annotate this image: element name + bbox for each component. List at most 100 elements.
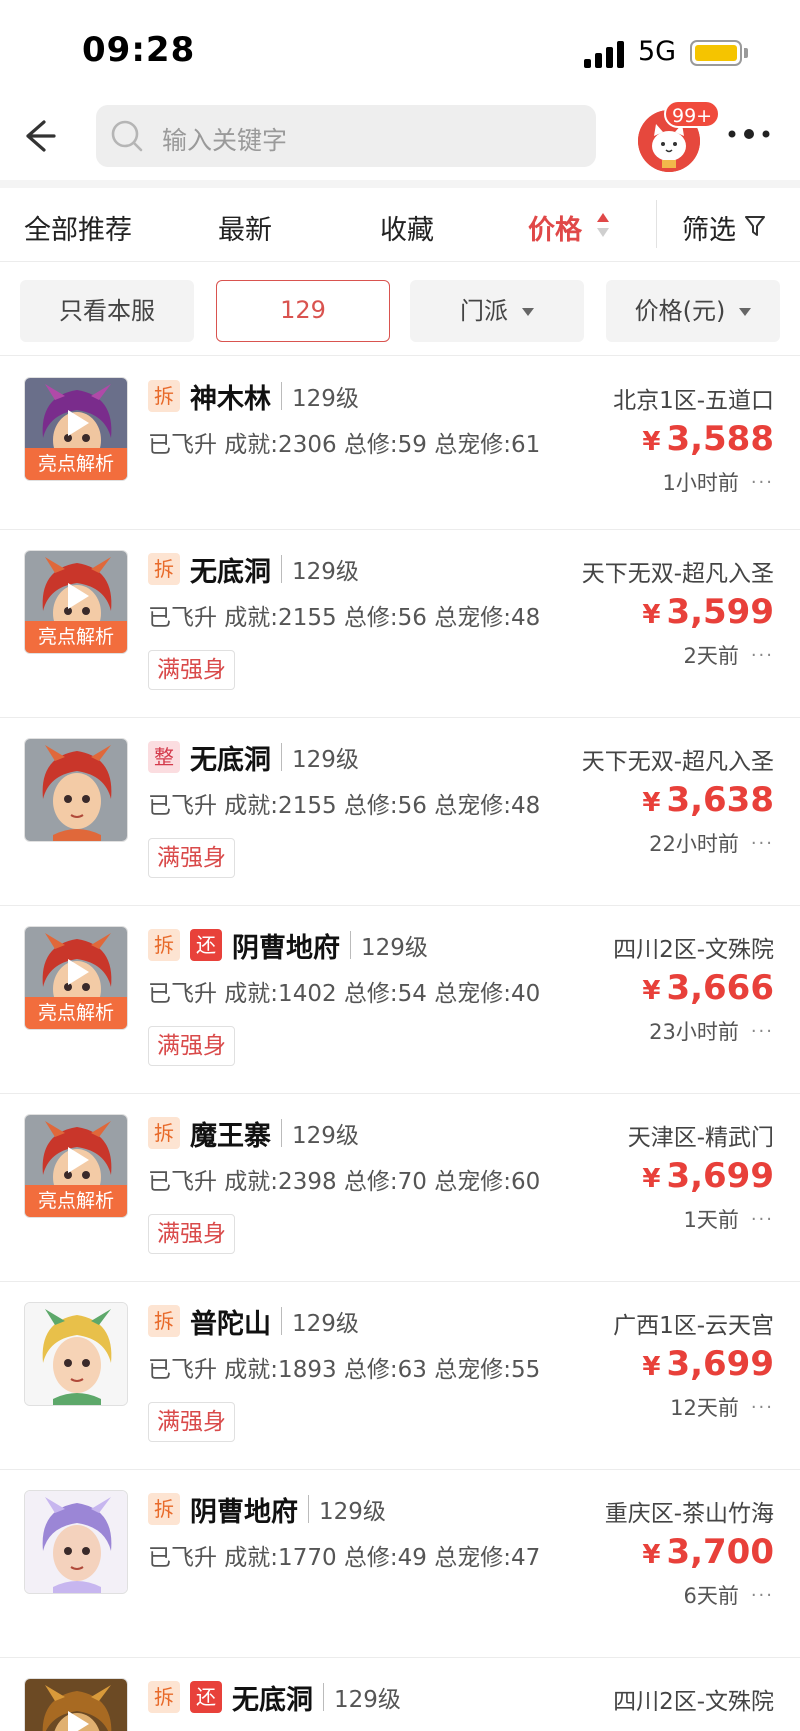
- highlight-analysis-label[interactable]: 亮点解析: [25, 997, 127, 1029]
- currency-symbol: ¥: [642, 600, 661, 630]
- tab-all-recommended[interactable]: 全部推荐: [24, 208, 132, 247]
- highlight-analysis-label[interactable]: 亮点解析: [25, 621, 127, 653]
- server-name: 四川2区-文殊院: [613, 937, 774, 963]
- character-thumbnail[interactable]: [24, 1302, 128, 1406]
- more-options-icon[interactable]: ···: [751, 1585, 774, 1606]
- search-header: 输入关键字 99+: [0, 100, 800, 180]
- more-options-icon[interactable]: ···: [751, 1021, 774, 1042]
- listing-row[interactable]: 亮点解析 拆魔王寨 129级 天津区-精武门 已飞升 成就:2398 总修:70 总宠修…: [0, 1094, 800, 1282]
- currency-symbol: ¥: [642, 788, 661, 818]
- character-level: 129级: [292, 386, 359, 412]
- title-separator: [350, 931, 351, 959]
- listing-row[interactable]: 亮点解析拆还无底洞 129级 四川2区-文殊院: [0, 1658, 800, 1731]
- listing-title-line: 拆还阴曹地府 129级: [148, 926, 428, 964]
- price-value: 3,588: [666, 419, 774, 459]
- more-options-icon[interactable]: ···: [751, 833, 774, 854]
- title-separator: [323, 1683, 324, 1711]
- more-icon[interactable]: [726, 122, 772, 146]
- listing-time-row: 12天前 ···: [670, 1392, 774, 1422]
- price: ¥3,699: [642, 1344, 774, 1384]
- tab-favorites[interactable]: 收藏: [380, 208, 434, 247]
- character-thumbnail[interactable]: [24, 738, 128, 842]
- search-input[interactable]: 输入关键字: [96, 105, 596, 167]
- server-name: 天津区-精武门: [627, 1125, 774, 1151]
- currency-symbol: ¥: [642, 427, 661, 457]
- full-strength-tag: 满强身: [148, 1026, 235, 1066]
- school-name: 魔王寨: [190, 1120, 271, 1152]
- price: ¥3,588: [642, 419, 774, 459]
- chip-school[interactable]: 门派: [410, 280, 584, 342]
- character-thumbnail[interactable]: 亮点解析: [24, 926, 128, 1030]
- listing-time-row: 23小时前 ···: [649, 1016, 774, 1046]
- split-tag: 拆: [148, 1681, 180, 1713]
- back-arrow-icon[interactable]: [14, 114, 58, 158]
- battery-icon: [690, 40, 742, 66]
- character-level: 129级: [292, 1123, 359, 1149]
- play-icon: [68, 583, 89, 609]
- price: ¥3,700: [642, 1532, 774, 1572]
- listing-row[interactable]: 亮点解析 拆还阴曹地府 129级 四川2区-文殊院 已飞升 成就:1402 总修:54 …: [0, 906, 800, 1094]
- listing-row[interactable]: 亮点解析 拆神木林 129级 北京1区-五道口 已飞升 成就:2306 总修:59 总宠…: [0, 357, 800, 530]
- chip-same-server[interactable]: 只看本服: [20, 280, 194, 342]
- listed-time: 6天前: [683, 1584, 739, 1608]
- more-options-icon[interactable]: ···: [751, 1209, 774, 1230]
- title-separator: [281, 555, 282, 583]
- chip-price[interactable]: 价格(元): [606, 280, 780, 342]
- listing-row[interactable]: 拆普陀山 129级 广西1区-云天宫 已飞升 成就:1893 总修:63 总宠修:55…: [0, 1282, 800, 1470]
- chip-level[interactable]: 129: [216, 280, 390, 342]
- chip-label: 129: [280, 296, 326, 324]
- character-stats: 已飞升 成就:2306 总修:59 总宠修:61: [148, 432, 541, 458]
- listing-row[interactable]: 拆阴曹地府 129级 重庆区-茶山竹海 已飞升 成就:1770 总修:49 总宠修:4…: [0, 1470, 800, 1658]
- server-name: 四川2区-文殊院: [613, 1689, 774, 1715]
- play-icon: [68, 959, 89, 985]
- character-thumbnail[interactable]: 亮点解析: [24, 550, 128, 654]
- battery-tip: [744, 48, 748, 58]
- title-separator: [281, 1307, 282, 1335]
- full-strength-tag: 满强身: [148, 650, 235, 690]
- listing-title-line: 拆魔王寨 129级: [148, 1114, 359, 1152]
- title-separator: [281, 1119, 282, 1147]
- price-value: 3,699: [666, 1344, 774, 1384]
- tab-price[interactable]: 价格: [528, 208, 582, 247]
- server-name: 北京1区-五道口: [613, 388, 774, 414]
- more-options-icon[interactable]: ···: [751, 1397, 774, 1418]
- tab-filter[interactable]: 筛选: [682, 208, 736, 247]
- more-options-icon[interactable]: ···: [751, 645, 774, 666]
- listing-title-line: 拆普陀山 129级: [148, 1302, 359, 1340]
- server-name: 广西1区-云天宫: [613, 1313, 774, 1339]
- character-stats: 已飞升 成就:2155 总修:56 总宠修:48: [148, 605, 541, 631]
- character-stats: 已飞升 成就:2155 总修:56 总宠修:48: [148, 793, 541, 819]
- character-thumbnail[interactable]: [24, 1490, 128, 1594]
- listing-time-row: 22小时前 ···: [649, 828, 774, 858]
- split-tag: 拆: [148, 929, 180, 961]
- filter-icon[interactable]: [744, 214, 766, 238]
- tab-newest[interactable]: 最新: [218, 208, 272, 247]
- highlight-analysis-label[interactable]: 亮点解析: [25, 1185, 127, 1217]
- currency-symbol: ¥: [642, 1540, 661, 1570]
- more-options-icon[interactable]: ···: [751, 472, 774, 493]
- character-level: 129级: [292, 1311, 359, 1337]
- listed-time: 12天前: [670, 1396, 739, 1420]
- play-icon: [68, 410, 89, 436]
- character-thumbnail[interactable]: 亮点解析: [24, 377, 128, 481]
- split-tag: 拆: [148, 1493, 180, 1525]
- full-strength-tag: 满强身: [148, 838, 235, 878]
- character-level: 129级: [319, 1499, 386, 1525]
- listing-title-line: 整无底洞 129级: [148, 738, 359, 776]
- listed-time: 1小时前: [662, 471, 739, 495]
- return-tag: 还: [190, 929, 222, 961]
- listing-row[interactable]: 整无底洞 129级 天下无双-超凡入圣 已飞升 成就:2155 总修:56 总宠修:4…: [0, 718, 800, 906]
- server-name: 重庆区-茶山竹海: [604, 1501, 774, 1527]
- listing-row[interactable]: 亮点解析 拆无底洞 129级 天下无双-超凡入圣 已飞升 成就:2155 总修:56 总…: [0, 530, 800, 718]
- character-thumbnail[interactable]: 亮点解析: [24, 1114, 128, 1218]
- listed-time: 1天前: [683, 1208, 739, 1232]
- character-level: 129级: [334, 1687, 401, 1713]
- listed-time: 23小时前: [649, 1020, 739, 1044]
- sort-arrows-icon: [597, 213, 609, 237]
- notification-badge: 99+: [664, 100, 721, 128]
- split-tag: 拆: [148, 553, 180, 585]
- character-thumbnail[interactable]: 亮点解析: [24, 1678, 128, 1731]
- highlight-analysis-label[interactable]: 亮点解析: [25, 448, 127, 480]
- listing-title-line: 拆还无底洞 129级: [148, 1678, 401, 1716]
- chip-label: 门派: [460, 297, 508, 325]
